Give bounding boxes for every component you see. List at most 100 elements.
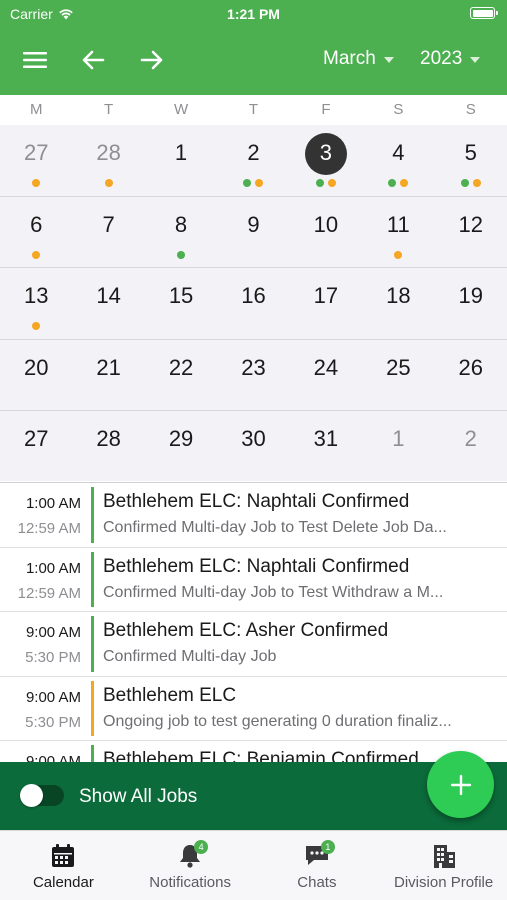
toggle-knob	[20, 784, 43, 807]
job-end-time: 12:59 AM	[17, 520, 81, 537]
job-end-time: 5:30 PM	[25, 713, 81, 731]
confirmed-event-dot	[460, 179, 469, 187]
calendar-day-number: 1	[174, 140, 188, 165]
ongoing-event-dot	[32, 251, 41, 260]
calendar-day-number: 31	[313, 425, 339, 451]
calendar-day[interactable]: 28	[72, 125, 144, 196]
calendar-day-number: 27	[23, 140, 49, 165]
tab-chats[interactable]: 1 Chats	[254, 831, 381, 900]
job-list-item[interactable]: 9:00 AM Bethlehem ELC: Benjamin Confirmed	[0, 741, 507, 762]
calendar-day-selected[interactable]: 3	[290, 125, 362, 196]
weekday-label: W	[173, 101, 189, 118]
calendar-day-number: 1	[392, 425, 405, 451]
calendar-day[interactable]: 1	[362, 411, 434, 481]
calendar-day[interactable]: 6	[0, 197, 72, 267]
job-start-time: 9:00 AM	[25, 688, 81, 706]
tab-division-profile[interactable]: Division Profile	[380, 831, 507, 900]
calendar-day-number: 13	[23, 283, 49, 309]
calendar-day[interactable]: 1	[145, 125, 217, 196]
add-job-button[interactable]	[427, 751, 494, 818]
calendar-day-number: 17	[313, 283, 339, 309]
calendar-day[interactable]: 20	[0, 340, 72, 410]
show-all-jobs-toggle[interactable]	[20, 784, 64, 807]
ongoing-event-dot	[472, 179, 481, 187]
menu-button[interactable]	[19, 44, 51, 76]
calendar-day-number: 18	[386, 283, 411, 309]
plus-icon	[450, 774, 471, 795]
tab-label: Calendar	[32, 874, 94, 891]
job-list-item[interactable]: 9:00 AM 5:30 PM Bethlehem ELC Ongoing job t…	[0, 677, 507, 741]
job-title: Bethlehem ELC: Asher Confirmed	[103, 620, 389, 641]
notifications-badge: 4	[194, 840, 209, 854]
calendar-day-number: 20	[23, 354, 49, 380]
event-dots	[217, 179, 289, 187]
calendar-day[interactable]: 18	[362, 268, 434, 338]
calendar-day[interactable]: 14	[72, 268, 144, 338]
job-list-item[interactable]: 9:00 AM 5:30 PM Bethlehem ELC: Asher Confi…	[0, 612, 507, 677]
calendar-day[interactable]: 5	[435, 125, 507, 196]
job-start-time: 9:00 AM	[25, 624, 81, 641]
calendar-day[interactable]: 30	[217, 411, 289, 481]
tab-label: Chats	[297, 874, 337, 891]
calendar-day-number: 6	[30, 212, 43, 238]
tab-calendar[interactable]: Calendar	[0, 831, 127, 900]
job-list-item[interactable]: 1:00 AM 12:59 AM Bethlehem ELC: Naphtali C…	[0, 548, 507, 612]
calendar-day[interactable]: 9	[217, 197, 289, 267]
tab-notifications[interactable]: 4 Notifications	[127, 831, 254, 900]
calendar-day[interactable]: 23	[217, 340, 289, 410]
calendar-day[interactable]: 2	[435, 411, 507, 481]
ongoing-event-dot	[394, 251, 403, 260]
calendar-day[interactable]: 10	[290, 197, 362, 267]
calendar-day[interactable]: 27	[0, 411, 72, 481]
calendar-day[interactable]: 8	[145, 197, 217, 267]
calendar-week-row: 13 14 15 16 17 18 19	[0, 267, 507, 338]
job-description: Confirmed Multi-day Job to Test Delete J…	[103, 519, 447, 536]
chevron-down-icon	[470, 57, 481, 63]
calendar-day-number: 5	[464, 140, 477, 165]
calendar-day[interactable]: 11	[362, 197, 434, 267]
status-bar: Carrier 1:21 PM	[0, 0, 507, 30]
calendar-day[interactable]: 2	[217, 125, 289, 196]
year-selector[interactable]: 2023	[420, 48, 481, 70]
calendar-day[interactable]: 31	[290, 411, 362, 481]
job-list-item[interactable]: 1:00 AM 12:59 AM Bethlehem ELC: Naphtali C…	[0, 483, 507, 548]
calendar-day[interactable]: 17	[290, 268, 362, 338]
tab-label: Notifications	[149, 874, 231, 891]
calendar-day[interactable]: 24	[290, 340, 362, 410]
weekday-label: S	[393, 101, 404, 118]
calendar-day-number: 9	[247, 212, 260, 238]
calendar-day[interactable]: 26	[435, 340, 507, 410]
chats-badge: 1	[320, 840, 335, 854]
year-label: 2023	[420, 48, 463, 69]
calendar-day-number: 10	[313, 212, 339, 238]
calendar-day[interactable]: 21	[72, 340, 144, 410]
calendar-day[interactable]: 16	[217, 268, 289, 338]
calendar-day[interactable]: 13	[0, 268, 72, 338]
job-end-time: 5:30 PM	[25, 649, 81, 666]
confirmed-event-dot	[243, 179, 252, 187]
calendar-day[interactable]: 19	[435, 268, 507, 338]
calendar-day[interactable]: 28	[72, 411, 144, 481]
job-status-bar	[91, 745, 94, 762]
calendar-day[interactable]: 29	[145, 411, 217, 481]
chats-icon-wrap: 1	[303, 840, 335, 869]
chevron-down-icon	[383, 57, 394, 63]
show-all-jobs-label: Show All Jobs	[79, 786, 198, 807]
status-time: 1:21 PM	[227, 6, 280, 22]
job-status-bar	[91, 680, 94, 736]
next-month-button[interactable]	[136, 44, 168, 76]
calendar-day[interactable]: 12	[435, 197, 507, 267]
calendar-day[interactable]: 15	[145, 268, 217, 338]
month-selector[interactable]: March	[323, 48, 394, 70]
calendar-day[interactable]: 4	[362, 125, 434, 196]
weekday-label: M	[29, 101, 43, 118]
calendar-day[interactable]: 7	[72, 197, 144, 267]
calendar-day[interactable]: 25	[362, 340, 434, 410]
ongoing-event-dot	[32, 322, 41, 331]
calendar-day[interactable]: 22	[145, 340, 217, 410]
job-title: Bethlehem ELC: Naphtali Confirmed	[103, 491, 410, 512]
previous-month-button[interactable]	[77, 44, 109, 76]
calendar-day-number: 4	[392, 140, 405, 165]
calendar-day-number: 25	[386, 354, 411, 380]
calendar-day[interactable]: 27	[0, 125, 72, 196]
